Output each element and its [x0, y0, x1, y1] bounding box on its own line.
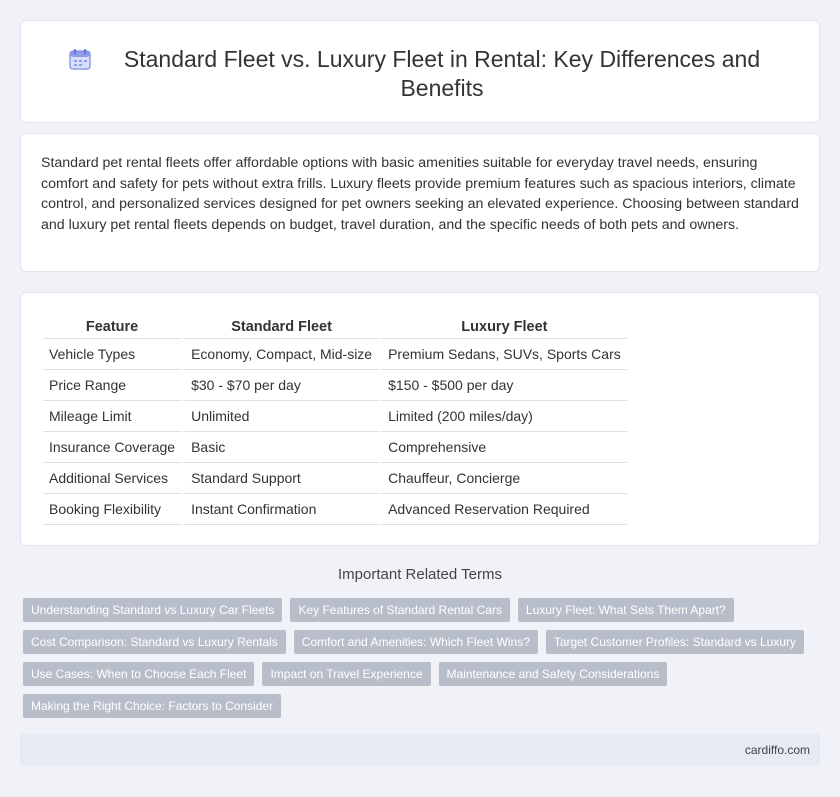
- table-header-row: Feature Standard Fleet Luxury Fleet: [43, 315, 627, 339]
- table-cell: Comprehensive: [378, 432, 627, 463]
- table-cell: Standard Support: [181, 463, 379, 494]
- related-term-tag[interactable]: Key Features of Standard Rental Cars: [290, 598, 510, 622]
- footer: cardiffo.com: [20, 734, 820, 766]
- related-term-tag[interactable]: Making the Right Choice: Factors to Cons…: [23, 694, 282, 718]
- related-term-tag[interactable]: Target Customer Profiles: Standard vs Lu…: [545, 630, 804, 654]
- related-term-tag[interactable]: Use Cases: When to Choose Each Fleet: [23, 662, 255, 686]
- related-term-tag[interactable]: Maintenance and Safety Considerations: [438, 662, 668, 686]
- table-cell: Booking Flexibility: [43, 494, 182, 525]
- table-row: Vehicle Types Economy, Compact, Mid-size…: [43, 339, 627, 370]
- table-row: Additional Services Standard Support Cha…: [43, 463, 627, 494]
- table-cell: Insurance Coverage: [43, 432, 182, 463]
- comparison-card: Feature Standard Fleet Luxury Fleet Vehi…: [20, 292, 820, 546]
- related-term-tag[interactable]: Luxury Fleet: What Sets Them Apart?: [517, 598, 734, 622]
- table-cell: Basic: [181, 432, 379, 463]
- related-term-tag[interactable]: Understanding Standard vs Luxury Car Fle…: [23, 598, 283, 622]
- related-term-tag[interactable]: Cost Comparison: Standard vs Luxury Rent…: [23, 630, 286, 654]
- calendar-icon: [69, 49, 91, 70]
- header-luxury-fleet: Luxury Fleet: [378, 315, 627, 339]
- table-cell: Mileage Limit: [43, 401, 182, 432]
- header-feature: Feature: [43, 315, 182, 339]
- related-terms-heading: Important Related Terms: [338, 566, 502, 583]
- table-cell: Economy, Compact, Mid-size: [181, 339, 379, 370]
- title-row: Standard Fleet vs. Luxury Fleet in Renta…: [21, 21, 819, 103]
- table-cell: Additional Services: [43, 463, 182, 494]
- table-cell: $150 - $500 per day: [378, 370, 627, 401]
- table-cell: Limited (200 miles/day): [378, 401, 627, 432]
- intro-paragraph: Standard pet rental fleets offer afforda…: [41, 155, 799, 233]
- table-row: Price Range $30 - $70 per day $150 - $50…: [43, 370, 627, 401]
- table-row: Booking Flexibility Instant Confirmation…: [43, 494, 627, 525]
- footer-site-link[interactable]: cardiffo.com: [745, 743, 810, 757]
- intro-card: Standard pet rental fleets offer afforda…: [20, 133, 820, 272]
- related-terms-list: Understanding Standard vs Luxury Car Fle…: [23, 598, 813, 718]
- related-term-tag[interactable]: Impact on Travel Experience: [262, 662, 431, 686]
- title-card: Standard Fleet vs. Luxury Fleet in Renta…: [20, 20, 820, 123]
- page-title: Standard Fleet vs. Luxury Fleet in Renta…: [123, 46, 761, 101]
- table-cell: Instant Confirmation: [181, 494, 379, 525]
- related-term-tag[interactable]: Comfort and Amenities: Which Fleet Wins?: [293, 630, 538, 654]
- table-cell: Chauffeur, Concierge: [378, 463, 627, 494]
- table-row: Mileage Limit Unlimited Limited (200 mil…: [43, 401, 627, 432]
- table-cell: Price Range: [43, 370, 182, 401]
- table-cell: $30 - $70 per day: [181, 370, 379, 401]
- table-cell: Premium Sedans, SUVs, Sports Cars: [378, 339, 627, 370]
- comparison-table: Feature Standard Fleet Luxury Fleet Vehi…: [43, 315, 627, 525]
- table-cell: Unlimited: [181, 401, 379, 432]
- table-row: Insurance Coverage Basic Comprehensive: [43, 432, 627, 463]
- header-standard-fleet: Standard Fleet: [181, 315, 379, 339]
- table-cell: Advanced Reservation Required: [378, 494, 627, 525]
- table-cell: Vehicle Types: [43, 339, 182, 370]
